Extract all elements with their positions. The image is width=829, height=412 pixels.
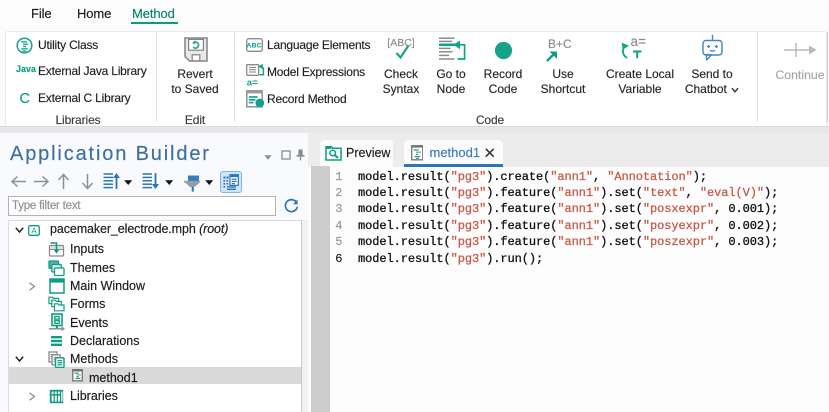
svg-text:A: A	[31, 227, 37, 236]
svg-text:ABC: ABC	[247, 43, 262, 50]
svg-text:a=: a=	[247, 78, 258, 87]
